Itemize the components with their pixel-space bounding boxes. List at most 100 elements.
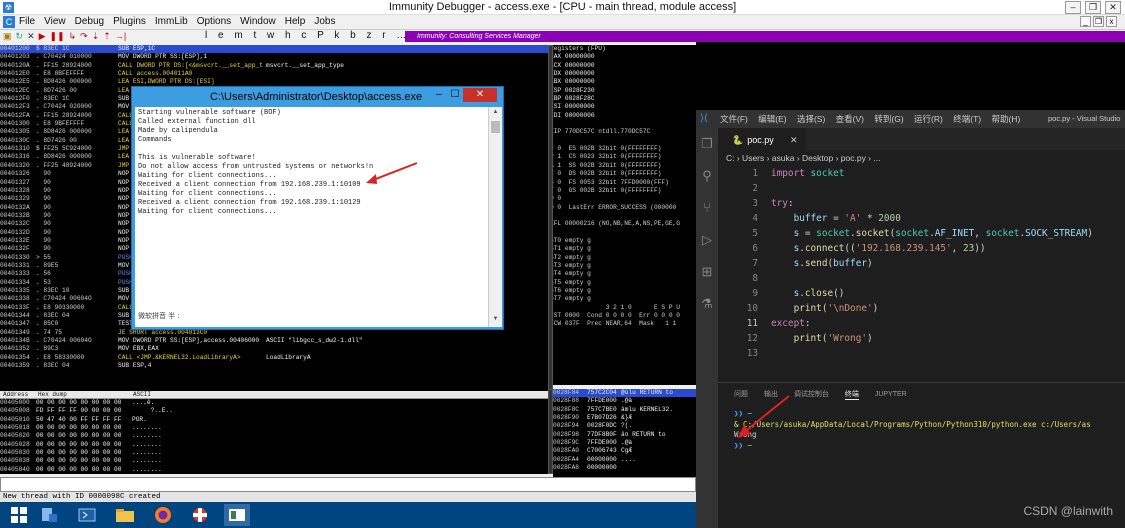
trace-over-icon[interactable]: ⇡: [103, 31, 111, 42]
close-file-icon[interactable]: ✕: [27, 31, 35, 42]
menu-window[interactable]: Window: [240, 16, 276, 27]
stack-row[interactable]: 0028F90 E7B07D26 &}Æ: [553, 414, 696, 422]
vscode-menu-go[interactable]: 转到(G): [874, 114, 903, 124]
menu-debug[interactable]: Debug: [75, 16, 104, 27]
tab-poc-py[interactable]: 🐍 poc.py ✕: [718, 128, 806, 150]
step-into-icon[interactable]: ↳: [69, 31, 77, 42]
panel-tab-debug-console[interactable]: 调试控制台: [794, 391, 829, 398]
disasm-row[interactable]: 0040134B . C70424 00604O MOV DWORD PTR SS:…: [0, 337, 548, 345]
vscode-menu-selection[interactable]: 选择(S): [797, 114, 825, 124]
panel-tab-jupyter[interactable]: JUPYTER: [875, 391, 907, 398]
stack-row[interactable]: 0028F8C 757C7BE0 àmlu KERNEL32.: [553, 406, 696, 414]
disasm-row[interactable]: 004012E0 . E8 0BFEFFFF CALL access.004011A…: [0, 70, 548, 78]
minimize-button[interactable]: –: [1065, 1, 1081, 14]
dump-row[interactable]: 00405008 FD FF FF FF 00 00 00 00 ?..E..: [0, 407, 548, 415]
taskbar-firefox[interactable]: [150, 504, 176, 526]
source-control-icon[interactable]: ⑂: [699, 200, 715, 216]
taskbar-powershell[interactable]: [74, 504, 100, 526]
vscode-menu-view[interactable]: 查看(V): [836, 114, 864, 124]
pause-icon[interactable]: ❚❚: [50, 31, 65, 42]
start-button[interactable]: [6, 504, 32, 526]
dump-row[interactable]: 00405028 00 00 00 00 00 00 00 00........: [0, 441, 548, 449]
scroll-thumb[interactable]: [491, 121, 500, 133]
execute-till-return-icon[interactable]: →|: [115, 31, 126, 42]
breadcrumb[interactable]: C: › Users › asuka › Desktop › poc.py › …: [726, 153, 880, 163]
step-over-icon[interactable]: ↷: [80, 31, 88, 42]
menu-plugins[interactable]: Plugins: [113, 16, 146, 27]
panel-tab-terminal[interactable]: 终端: [844, 391, 859, 400]
disasm-row[interactable]: 00401352 . 89C3 MOV EBX,EAX: [0, 345, 548, 353]
mdi-restore-button[interactable]: ❐: [1093, 16, 1104, 27]
tab-close-icon[interactable]: ✕: [790, 129, 798, 151]
panel-tab-problems[interactable]: 问题: [734, 391, 748, 398]
vscode-menu-file[interactable]: 文件(F): [720, 114, 748, 124]
taskbar-file-explorer[interactable]: [112, 504, 138, 526]
extensions-icon[interactable]: ⊞: [699, 264, 715, 280]
stack-row[interactable]: 0028F88 7FFDE000 .@à: [553, 397, 696, 405]
dump-row[interactable]: 00405018 00 00 00 00 00 00 00 00........: [0, 424, 548, 432]
restore-button[interactable]: ❐: [1085, 1, 1101, 14]
menu-jobs[interactable]: Jobs: [314, 16, 335, 27]
vscode-menu-run[interactable]: 运行(R): [914, 114, 943, 124]
menu-file[interactable]: File: [19, 16, 35, 27]
disasm-row[interactable]: 00401203 . C70424 010000 MOV DWORD PTR SS:…: [0, 53, 548, 61]
stack-row[interactable]: 0028F9C 7FFDE000 .@à: [553, 439, 696, 447]
menu-immlib[interactable]: ImmLib: [155, 16, 188, 27]
disasm-row[interactable]: 0040120A . FF15 28924000 CALL DWORD PTR DS…: [0, 62, 548, 70]
dump-hex: 00 00 00 00 00 00 00 00: [36, 465, 122, 473]
trace-into-icon[interactable]: ⇣: [92, 31, 100, 42]
panel-tab-output[interactable]: 输出: [764, 391, 778, 398]
registers-pane[interactable]: Registers (FPU) EAX 00000000 ECX 00000000…: [550, 45, 696, 385]
disasm-row[interactable]: 00401359 . 83EC 04 SUB ESP,4: [0, 362, 548, 370]
scroll-down-icon[interactable]: ▼: [491, 316, 500, 325]
menu-help[interactable]: Help: [285, 16, 306, 27]
disasm-row[interactable]: 00401200 $ 83EC 1C SUB ESP,1C: [0, 45, 548, 54]
menu-bar: C File View Debug Plugins ImmLib Options…: [0, 15, 1125, 29]
console-maximize-button[interactable]: ☐: [447, 88, 463, 102]
dump-row[interactable]: 00405038 00 00 00 00 00 00 00 00........: [0, 457, 548, 465]
console-minimize-button[interactable]: –: [431, 88, 447, 102]
dump-row[interactable]: 00405040 00 00 00 00 00 00 00 00........: [0, 466, 548, 474]
dump-row[interactable]: 00405010 50 47 40 00 FF FF FF FF PGR.: [0, 416, 548, 424]
run-icon[interactable]: ▶: [39, 31, 46, 42]
stack-row[interactable]: 0028F94 0028F0DC ?(.: [553, 422, 696, 430]
hex-dump-pane[interactable]: 00405000 00 00 00 00 00 00 00 00 ....ê. 004…: [0, 399, 548, 474]
disasm-row[interactable]: 00401354 . E8 58330000 CALL <JMP.&KERNEL32…: [0, 354, 548, 362]
taskbar-explorer-server[interactable]: [36, 504, 62, 526]
testing-icon[interactable]: ⚗: [699, 296, 715, 312]
stack-row[interactable]: 0028FA8 00000000: [553, 464, 696, 472]
stack-row[interactable]: 0028F84 757C2C04 @ùlu RETURN to: [553, 389, 696, 398]
console-scrollbar[interactable]: ▲ ▼: [488, 107, 502, 327]
run-debug-icon[interactable]: ▷: [699, 232, 715, 248]
menu-view[interactable]: View: [44, 16, 66, 27]
scroll-up-icon[interactable]: ▲: [491, 109, 500, 118]
dump-row[interactable]: 00405030 00 00 00 00 00 00 00 00........: [0, 449, 548, 457]
search-icon[interactable]: ⚲: [699, 168, 715, 184]
console-close-button[interactable]: ✕: [463, 88, 497, 102]
mdi-minimize-button[interactable]: _: [1080, 16, 1091, 27]
vscode-menu-edit[interactable]: 编辑(E): [758, 114, 786, 124]
close-button[interactable]: ✕: [1105, 1, 1121, 14]
menu-options[interactable]: Options: [197, 16, 231, 27]
dump-row[interactable]: 00405020 00 00 00 00 00 00 00 00........: [0, 432, 548, 440]
vscode-menu-terminal[interactable]: 终端(T): [953, 114, 981, 124]
dump-row[interactable]: 00405000 00 00 00 00 00 00 00 00 ....ê.: [0, 399, 548, 407]
code-editor[interactable]: 1 import socket 2 3 try: 4 buffer = 'A' …: [718, 164, 1125, 364]
terminal-output[interactable]: ❯❯ ~ & C:/Users/asuka/AppData/Local/Prog…: [734, 409, 1091, 451]
mdi-close-button[interactable]: x: [1106, 16, 1117, 27]
vscode-menu-help[interactable]: 帮助(H): [991, 114, 1020, 124]
disasm-hex: > 55: [36, 253, 51, 261]
cpu-scrollbar[interactable]: [548, 45, 553, 391]
restart-icon[interactable]: ↻: [16, 31, 24, 42]
explorer-icon[interactable]: ❐: [699, 136, 715, 152]
open-icon[interactable]: ▣: [3, 31, 12, 42]
console-window[interactable]: C:\Users\Administrator\Desktop\access.ex…: [131, 86, 504, 330]
stack-row[interactable]: 0028F98 77DF8B0F ä¤ RETURN to: [553, 431, 696, 439]
stack-row[interactable]: 0028FA0 C7006743 CgÆ: [553, 447, 696, 455]
taskbar-immunity[interactable]: [187, 504, 213, 526]
console-line: Called external function dll: [138, 118, 256, 126]
command-bar[interactable]: [0, 477, 696, 492]
stack-pane[interactable]: 0028F84 757C2C04 @ùlu RETURN to 0028F88 7FFD…: [553, 389, 696, 477]
taskbar-active-app[interactable]: [224, 504, 250, 526]
stack-row[interactable]: 0028FA4 00000000....: [553, 456, 696, 464]
